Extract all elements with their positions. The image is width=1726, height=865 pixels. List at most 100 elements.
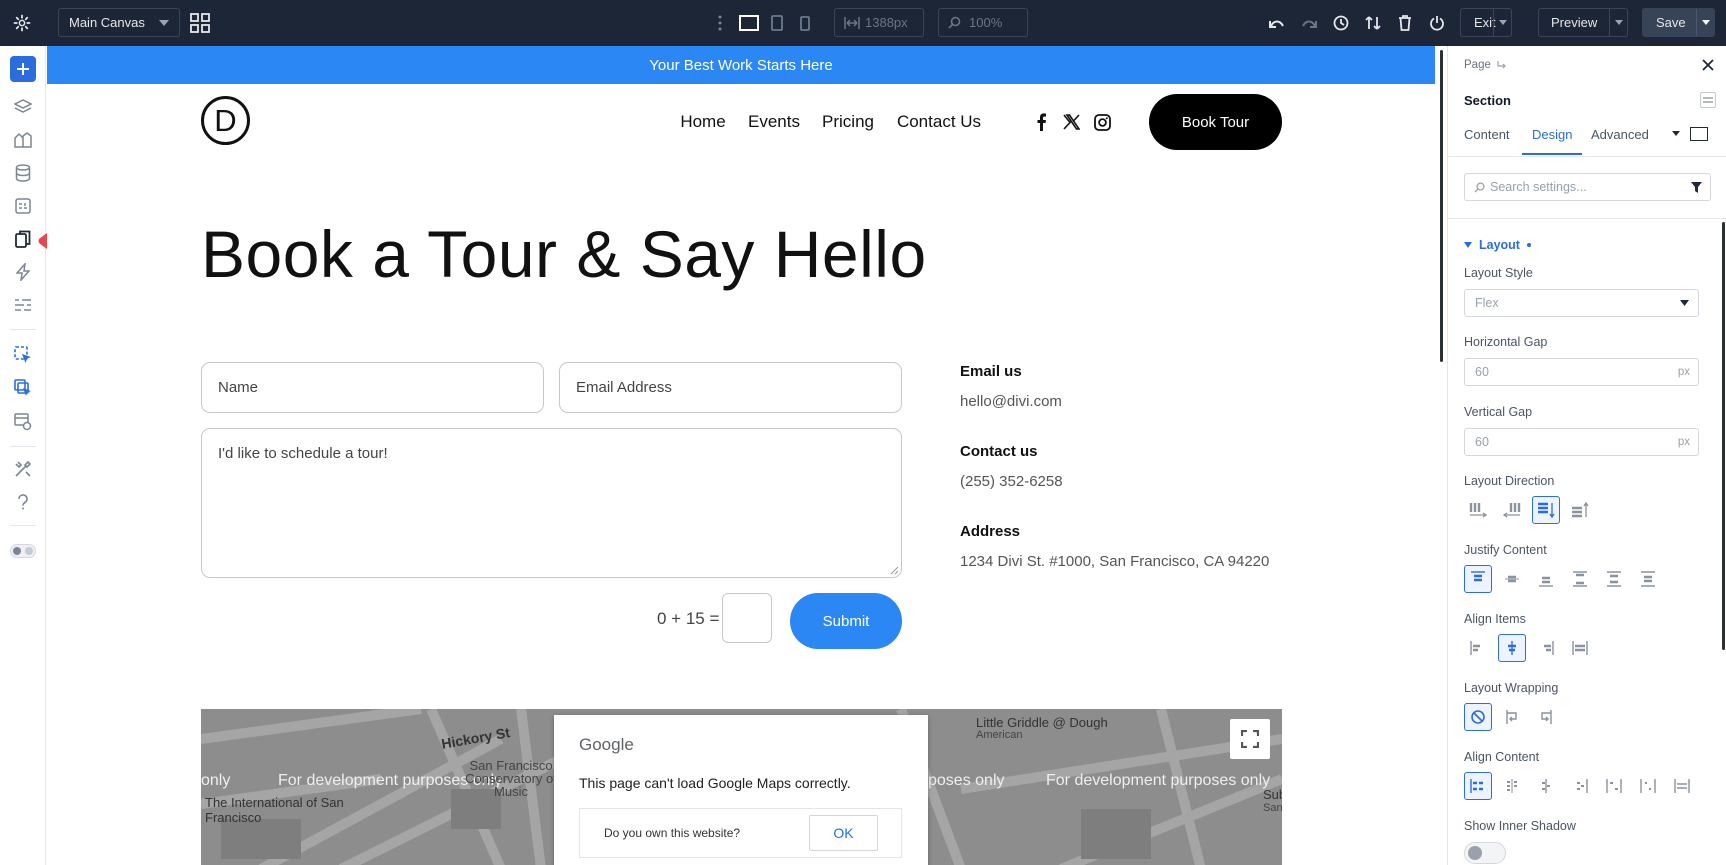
direction-row-reverse-icon[interactable]: [1498, 496, 1526, 524]
nav-link-home[interactable]: Home: [680, 112, 725, 132]
justify-center-icon[interactable]: [1498, 565, 1526, 593]
align-items-label: Align Items: [1464, 612, 1526, 626]
wrap-icon[interactable]: [1498, 703, 1526, 731]
resize-handle-icon[interactable]: [890, 566, 899, 575]
site-logo[interactable]: D: [201, 96, 250, 145]
multi-select-icon[interactable]: [11, 376, 35, 400]
tools-icon[interactable]: [11, 457, 35, 481]
captcha-input[interactable]: [722, 593, 772, 643]
grid-view-icon[interactable]: [188, 11, 212, 35]
desktop-view-icon[interactable]: [738, 12, 760, 34]
instagram-icon[interactable]: [1092, 112, 1112, 132]
align-content-start-icon[interactable]: [1464, 772, 1492, 800]
nav-link-contact-us[interactable]: Contact Us: [897, 112, 981, 132]
email-input[interactable]: Email Address: [559, 362, 902, 413]
align-content-center-icon[interactable]: [1498, 772, 1526, 800]
justify-start-icon[interactable]: [1464, 565, 1492, 593]
align-end-icon[interactable]: [1532, 634, 1560, 662]
layout-style-select[interactable]: Flex: [1464, 289, 1699, 317]
align-content-space-between-icon[interactable]: [1566, 772, 1594, 800]
align-stretch-icon[interactable]: [1566, 634, 1594, 662]
design-library-icon[interactable]: [11, 128, 35, 152]
undo-icon[interactable]: [1266, 12, 1288, 34]
help-icon[interactable]: [11, 490, 35, 514]
google-map[interactable]: only For development purposes only poses…: [201, 709, 1282, 865]
message-value: I'd like to schedule a tour!: [218, 445, 388, 462]
direction-row-icon[interactable]: [1464, 496, 1492, 524]
zoom-field[interactable]: 100%: [938, 8, 1028, 37]
direction-column-reverse-icon[interactable]: [1566, 496, 1594, 524]
justify-space-around-icon[interactable]: [1600, 565, 1628, 593]
preview-dropdown-caret-icon[interactable]: [1609, 9, 1627, 36]
vertical-gap-input[interactable]: 60 px: [1464, 428, 1699, 456]
message-textarea[interactable]: I'd like to schedule a tour!: [201, 428, 902, 578]
layout-group-header[interactable]: Layout: [1464, 238, 1531, 252]
save-dropdown-caret-icon[interactable]: [1696, 9, 1714, 36]
align-content-stretch-icon[interactable]: [1668, 772, 1696, 800]
settings-search-input[interactable]: Search settings...: [1464, 173, 1711, 201]
nav-link-events[interactable]: Events: [748, 112, 800, 132]
name-input[interactable]: Name: [201, 362, 544, 413]
find-replace-icon[interactable]: [11, 410, 35, 434]
justify-end-icon[interactable]: [1532, 565, 1560, 593]
vertical-gap-unit[interactable]: px: [1678, 436, 1690, 448]
redo-icon[interactable]: [1298, 12, 1320, 34]
more-vertical-icon[interactable]: [714, 12, 726, 34]
nav-link-pricing[interactable]: Pricing: [822, 112, 874, 132]
no-wrap-icon[interactable]: [1464, 703, 1492, 731]
tab-design[interactable]: Design: [1532, 127, 1572, 142]
canvas-scrollbar[interactable]: [1436, 46, 1447, 865]
panel-options-icon[interactable]: [1700, 92, 1716, 108]
justify-space-between-icon[interactable]: [1566, 565, 1594, 593]
tabs-dropdown-caret-icon[interactable]: [1672, 131, 1680, 136]
canvas-selector[interactable]: Main Canvas: [58, 8, 180, 37]
preview-button[interactable]: Preview: [1538, 8, 1628, 37]
trash-icon[interactable]: [1394, 12, 1416, 34]
wrap-reverse-icon[interactable]: [1532, 703, 1560, 731]
portability-icon[interactable]: [1362, 12, 1384, 34]
justify-space-evenly-icon[interactable]: [1634, 565, 1662, 593]
align-start-icon[interactable]: [1464, 634, 1492, 662]
add-element-plus-icon[interactable]: [10, 56, 36, 82]
exit-button[interactable]: Exit: [1460, 8, 1512, 37]
filter-icon[interactable]: [1691, 181, 1702, 193]
tablet-view-icon[interactable]: [766, 12, 788, 34]
direction-column-icon[interactable]: [1532, 496, 1560, 524]
layers-icon[interactable]: [11, 95, 35, 119]
submit-button[interactable]: Submit: [790, 593, 902, 649]
breadcrumb[interactable]: Page: [1464, 59, 1506, 71]
book-tour-button[interactable]: Book Tour: [1149, 94, 1282, 150]
database-icon[interactable]: [11, 161, 35, 185]
align-center-icon[interactable]: [1498, 634, 1526, 662]
tab-content[interactable]: Content: [1464, 127, 1510, 142]
save-button[interactable]: Save: [1642, 8, 1715, 37]
map-fullscreen-button[interactable]: [1230, 719, 1270, 759]
close-panel-icon[interactable]: [1702, 59, 1716, 73]
align-content-space-around-icon[interactable]: [1600, 772, 1628, 800]
horizontal-gap-input[interactable]: 60 px: [1464, 358, 1699, 386]
settings-gear-icon[interactable]: [10, 11, 34, 35]
theme-toggle-icon[interactable]: [10, 539, 36, 563]
panel-layout-icon[interactable]: [1690, 127, 1708, 141]
x-twitter-icon[interactable]: [1061, 112, 1081, 132]
exit-dropdown-caret-icon[interactable]: [1493, 9, 1511, 36]
phone-view-icon[interactable]: [794, 12, 816, 34]
canvas-width-field[interactable]: 1388px: [834, 8, 924, 37]
variables-icon[interactable]: [11, 293, 35, 317]
modules-icon[interactable]: [11, 194, 35, 218]
announcement-bar: Your Best Work Starts Here: [47, 46, 1435, 84]
pages-icon[interactable]: [11, 227, 35, 251]
ok-button[interactable]: OK: [809, 815, 878, 851]
panel-scrollbar-thumb[interactable]: [1722, 222, 1725, 650]
history-icon[interactable]: [1330, 12, 1352, 34]
power-icon[interactable]: [1426, 12, 1448, 34]
tab-advanced[interactable]: Advanced: [1591, 127, 1649, 142]
canvas-scrollbar-thumb[interactable]: [1440, 50, 1443, 362]
select-tool-icon[interactable]: [11, 343, 35, 367]
align-content-space-evenly-icon[interactable]: [1634, 772, 1662, 800]
facebook-icon[interactable]: [1031, 112, 1051, 132]
horizontal-gap-unit[interactable]: px: [1678, 366, 1690, 378]
align-content-end-icon[interactable]: [1532, 772, 1560, 800]
inner-shadow-toggle[interactable]: [1464, 842, 1506, 864]
lightning-icon[interactable]: [11, 260, 35, 284]
